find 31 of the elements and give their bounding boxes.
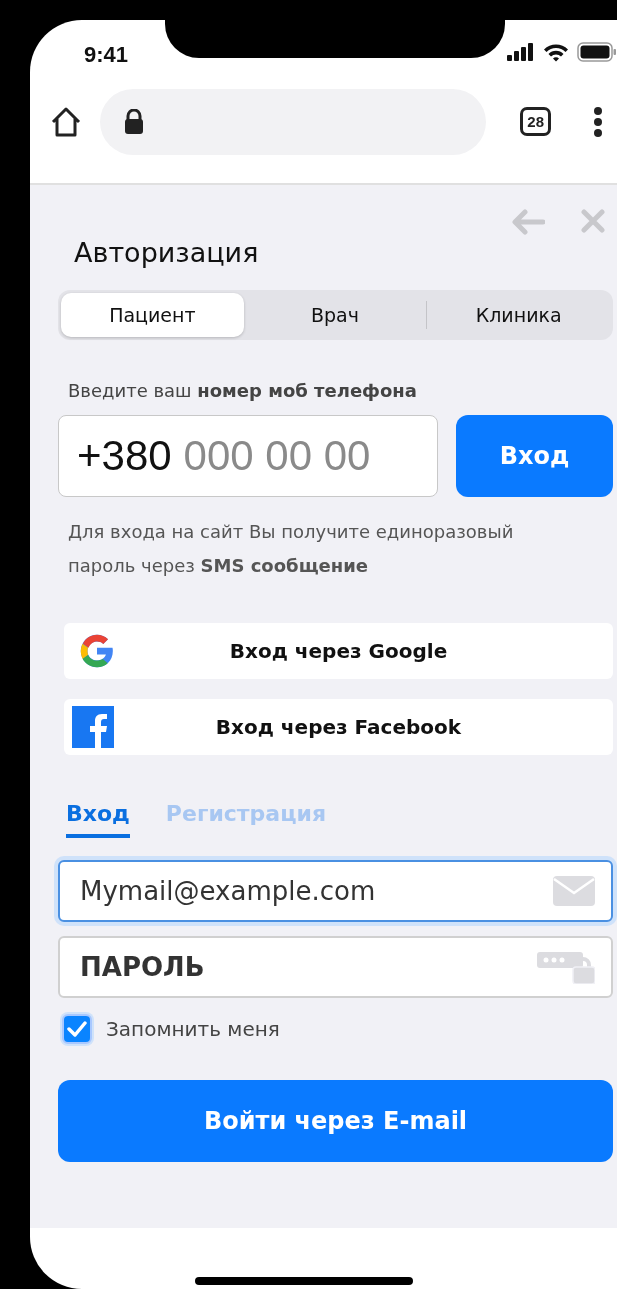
facebook-f-icon: [72, 706, 114, 748]
page-title: Авторизация: [74, 237, 260, 268]
phone-number-input[interactable]: 000 00 00: [183, 432, 404, 480]
phone-field[interactable]: +380 000 00 00: [58, 415, 438, 497]
password-field[interactable]: ПАРОЛЬ: [58, 936, 613, 998]
country-code: +380: [77, 432, 172, 480]
facebook-login-button[interactable]: Вход через Facebook: [64, 699, 613, 755]
check-icon: [67, 1020, 87, 1038]
email-field[interactable]: Mymail@example.com: [58, 860, 613, 922]
password-lock-icon: [537, 950, 595, 984]
wifi-icon: [543, 42, 569, 62]
auth-tab[interactable]: Вход: [66, 801, 130, 838]
more-menu-icon[interactable]: [593, 106, 603, 137]
email-login-button[interactable]: Войти через E-mail: [58, 1080, 613, 1162]
role-tab[interactable]: Пациент: [61, 293, 244, 337]
phone-prompt: Введите ваш номер моб телефона: [68, 380, 418, 401]
tab-count-button[interactable]: 28: [520, 107, 551, 136]
login-button[interactable]: Вход: [456, 415, 613, 497]
sms-note: Для входа на сайт Вы получите единоразовый пароль через SMS сообщение: [68, 520, 515, 578]
envelope-icon: [553, 876, 595, 906]
remember-label: Запомнить меня: [106, 1017, 280, 1041]
home-icon[interactable]: [50, 105, 82, 138]
status-time: 9:41: [84, 42, 130, 68]
battery-icon: [577, 42, 617, 62]
remember-checkbox[interactable]: [62, 1014, 92, 1044]
google-g-icon: [78, 632, 116, 670]
role-tab[interactable]: Врач: [243, 293, 427, 337]
signal-icon: [507, 43, 535, 61]
google-login-button[interactable]: Вход через Google: [64, 623, 613, 679]
lock-icon: [124, 108, 144, 135]
role-tab[interactable]: Клиника: [427, 293, 610, 337]
